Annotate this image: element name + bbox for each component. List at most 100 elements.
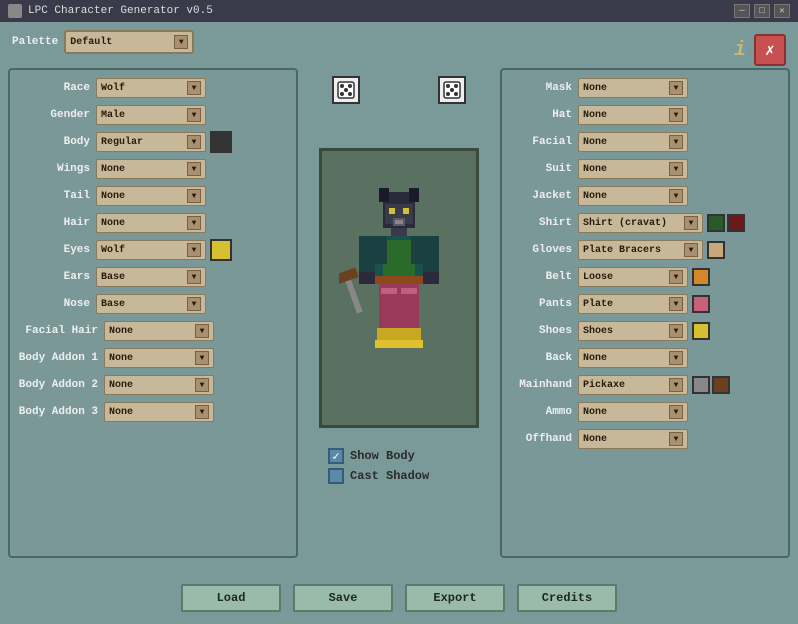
right-dropdown-arrow-3: ▼: [669, 162, 683, 176]
left-dropdown-3[interactable]: None▼: [96, 159, 206, 179]
right-dropdown-arrow-0: ▼: [669, 81, 683, 95]
left-row-facial-hair: Facial HairNone▼: [16, 319, 290, 343]
left-label-12: Body Addon 3: [16, 406, 104, 418]
export-button[interactable]: Export: [405, 584, 505, 612]
right-label-1: Hat: [508, 109, 578, 121]
bottom-buttons: Load Save Export Credits: [181, 584, 617, 612]
left-dropdown-9[interactable]: None▼: [104, 321, 214, 341]
left-row-body-addon-2: Body Addon 2None▼: [16, 373, 290, 397]
info-button[interactable]: i: [734, 39, 746, 62]
left-dropdown-arrow-2: ▼: [187, 135, 201, 149]
right-dropdown-arrow-5: ▼: [684, 216, 698, 230]
maximize-button[interactable]: □: [754, 4, 770, 18]
left-dropdown-10[interactable]: None ▼: [104, 348, 214, 368]
right-swatches-8: [692, 295, 710, 313]
save-button[interactable]: Save: [293, 584, 393, 612]
right-dropdown-4[interactable]: None ▼: [578, 186, 688, 206]
right-label-2: Facial: [508, 136, 578, 148]
right-dropdown-11[interactable]: Pickaxe ▼: [578, 375, 688, 395]
left-dropdown-5[interactable]: None▼: [96, 213, 206, 233]
right-dropdown-value-0: None: [583, 83, 607, 94]
right-swatch-6-0[interactable]: [707, 241, 725, 259]
left-dropdown-value-3: None: [101, 164, 125, 175]
right-dropdown-arrow-11: ▼: [669, 378, 683, 392]
left-dropdown-arrow-5: ▼: [187, 216, 201, 230]
right-label-11: Mainhand: [508, 379, 578, 391]
right-swatch-7-0[interactable]: [692, 268, 710, 286]
right-swatch-9-0[interactable]: [692, 322, 710, 340]
right-swatch-11-0[interactable]: [692, 376, 710, 394]
right-dropdown-value-10: None: [583, 353, 607, 364]
window-close-button[interactable]: ✕: [774, 4, 790, 18]
left-color-swatch-6[interactable]: [210, 239, 232, 261]
left-dropdown-value-10: None: [109, 353, 133, 364]
right-label-13: Offhand: [508, 433, 578, 445]
left-label-1: Gender: [16, 109, 96, 121]
dice-row: [308, 72, 490, 108]
right-dropdown-value-11: Pickaxe: [583, 380, 625, 391]
palette-dropdown[interactable]: Default ▼: [64, 30, 194, 54]
left-dropdown-arrow-12: ▼: [195, 405, 209, 419]
left-dropdown-arrow-10: ▼: [195, 351, 209, 365]
left-label-5: Hair: [16, 217, 96, 229]
right-label-8: Pants: [508, 298, 578, 310]
minimize-button[interactable]: ─: [734, 4, 750, 18]
right-dropdown-5[interactable]: Shirt (cravat) ▼: [578, 213, 703, 233]
left-dropdown-value-2: Regular: [101, 137, 143, 148]
left-dropdown-arrow-7: ▼: [187, 270, 201, 284]
right-swatch-11-1[interactable]: [712, 376, 730, 394]
dice-button-2[interactable]: [438, 76, 466, 104]
right-dropdown-9[interactable]: Shoes▼: [578, 321, 688, 341]
right-swatch-5-1[interactable]: [727, 214, 745, 232]
left-dropdown-6[interactable]: Wolf▼: [96, 240, 206, 260]
left-label-10: Body Addon 1: [16, 352, 104, 364]
left-row-eyes: EyesWolf▼: [16, 238, 290, 262]
right-dropdown-3[interactable]: None ▼: [578, 159, 688, 179]
right-dropdown-1[interactable]: None▼: [578, 105, 688, 125]
show-body-row: ✓ Show Body: [328, 448, 490, 464]
cast-shadow-checkbox[interactable]: ✓: [328, 468, 344, 484]
credits-button[interactable]: Credits: [517, 584, 617, 612]
left-panel-rows: RaceWolf▼GenderMale▼BodyRegular▼WingsNon…: [16, 76, 290, 424]
right-dropdown-value-6: Plate Bracers: [583, 245, 661, 256]
right-dropdown-value-4: None: [583, 191, 607, 202]
right-dropdown-7[interactable]: Loose▼: [578, 267, 688, 287]
right-swatch-5-0[interactable]: [707, 214, 725, 232]
left-dropdown-arrow-9: ▼: [195, 324, 209, 338]
left-row-ears: EarsBase▼: [16, 265, 290, 289]
left-dropdown-7[interactable]: Base▼: [96, 267, 206, 287]
right-row-facial: FacialNone▼: [508, 130, 782, 154]
window-controls: ─ □ ✕: [734, 4, 790, 18]
left-dropdown-4[interactable]: None▼: [96, 186, 206, 206]
right-dropdown-10[interactable]: None▼: [578, 348, 688, 368]
dice-button-1[interactable]: [332, 76, 360, 104]
right-dropdown-13[interactable]: None▼: [578, 429, 688, 449]
left-dropdown-value-0: Wolf: [101, 83, 125, 94]
left-dropdown-1[interactable]: Male▼: [96, 105, 206, 125]
right-row-ammo: AmmoNone▼: [508, 400, 782, 424]
right-dropdown-value-3: None: [583, 164, 607, 175]
show-body-checkbox[interactable]: ✓: [328, 448, 344, 464]
right-label-0: Mask: [508, 82, 578, 94]
right-dropdown-8[interactable]: Plate▼: [578, 294, 688, 314]
main-window: Palette Default ▼ i ✗ RaceWolf▼GenderMal…: [0, 22, 798, 624]
right-dropdown-12[interactable]: None▼: [578, 402, 688, 422]
right-dropdown-6[interactable]: Plate Bracers▼: [578, 240, 703, 260]
right-dropdown-2[interactable]: None▼: [578, 132, 688, 152]
right-dropdown-0[interactable]: None ▼: [578, 78, 688, 98]
left-dropdown-0[interactable]: Wolf▼: [96, 78, 206, 98]
load-button[interactable]: Load: [181, 584, 281, 612]
app-close-button[interactable]: ✗: [754, 34, 786, 66]
left-dropdown-arrow-8: ▼: [187, 297, 201, 311]
left-dropdown-arrow-6: ▼: [187, 243, 201, 257]
left-color-swatch-2[interactable]: [210, 131, 232, 153]
palette-row: Palette Default ▼: [8, 30, 790, 54]
left-dropdown-12[interactable]: None▼: [104, 402, 214, 422]
right-dropdown-value-5: Shirt (cravat): [583, 218, 667, 229]
left-dropdown-11[interactable]: None▼: [104, 375, 214, 395]
right-dropdown-arrow-4: ▼: [669, 189, 683, 203]
left-dropdown-8[interactable]: Base▼: [96, 294, 206, 314]
left-row-wings: WingsNone▼: [16, 157, 290, 181]
left-dropdown-2[interactable]: Regular ▼: [96, 132, 206, 152]
right-swatch-8-0[interactable]: [692, 295, 710, 313]
